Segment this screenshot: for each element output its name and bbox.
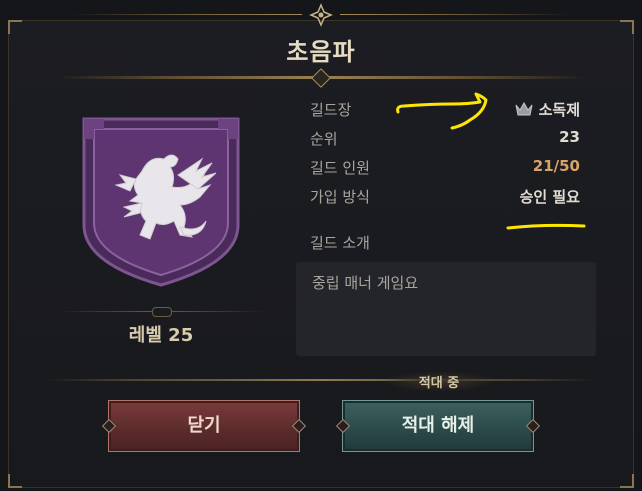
guild-join-value: 승인 필요 <box>519 188 580 206</box>
guild-leader-label: 길드장 <box>310 101 352 119</box>
guild-rank-value: 23 <box>559 128 580 146</box>
end-hostility-button[interactable]: 적대 해제 <box>335 400 541 452</box>
guild-leader-value[interactable]: 소독제 <box>515 99 580 121</box>
top-ornament-line-right <box>340 14 572 15</box>
guild-rank-label: 순위 <box>310 130 338 148</box>
close-button[interactable]: 닫기 <box>101 400 307 452</box>
hostile-status-label: 적대 중 <box>386 372 492 391</box>
diamond-ornament-icon <box>309 3 333 27</box>
guild-level: 레벨 25 <box>128 325 194 346</box>
guild-intro-box: 중립 매너 게임요 <box>296 262 596 356</box>
crown-icon <box>515 101 533 121</box>
end-hostility-button-label: 적대 해제 <box>401 415 475 436</box>
guild-name-title: 초음파 <box>286 38 356 66</box>
guild-join-row: 가입 방식 승인 필요 <box>310 186 580 210</box>
guild-emblem <box>80 115 242 287</box>
guild-members-label: 길드 인원 <box>310 159 370 177</box>
top-ornament-line-left <box>70 14 302 15</box>
guild-intro-label: 길드 소개 <box>310 234 370 252</box>
close-button-label: 닫기 <box>187 415 221 436</box>
bottom-divider <box>46 379 596 381</box>
level-divider-ornament <box>152 307 172 317</box>
guild-members-value: 21/50 <box>532 157 580 175</box>
frame-corner <box>8 474 22 488</box>
guild-leader-name: 소독제 <box>538 101 580 119</box>
guild-join-label: 가입 방식 <box>310 188 370 206</box>
frame-corner <box>620 474 634 488</box>
guild-intro-text: 중립 매너 게임요 <box>312 274 419 292</box>
guild-rank-row: 순위 23 <box>310 128 580 152</box>
guild-leader-row: 길드장 소독제 <box>310 99 580 123</box>
guild-members-row: 길드 인원 21/50 <box>310 157 580 181</box>
